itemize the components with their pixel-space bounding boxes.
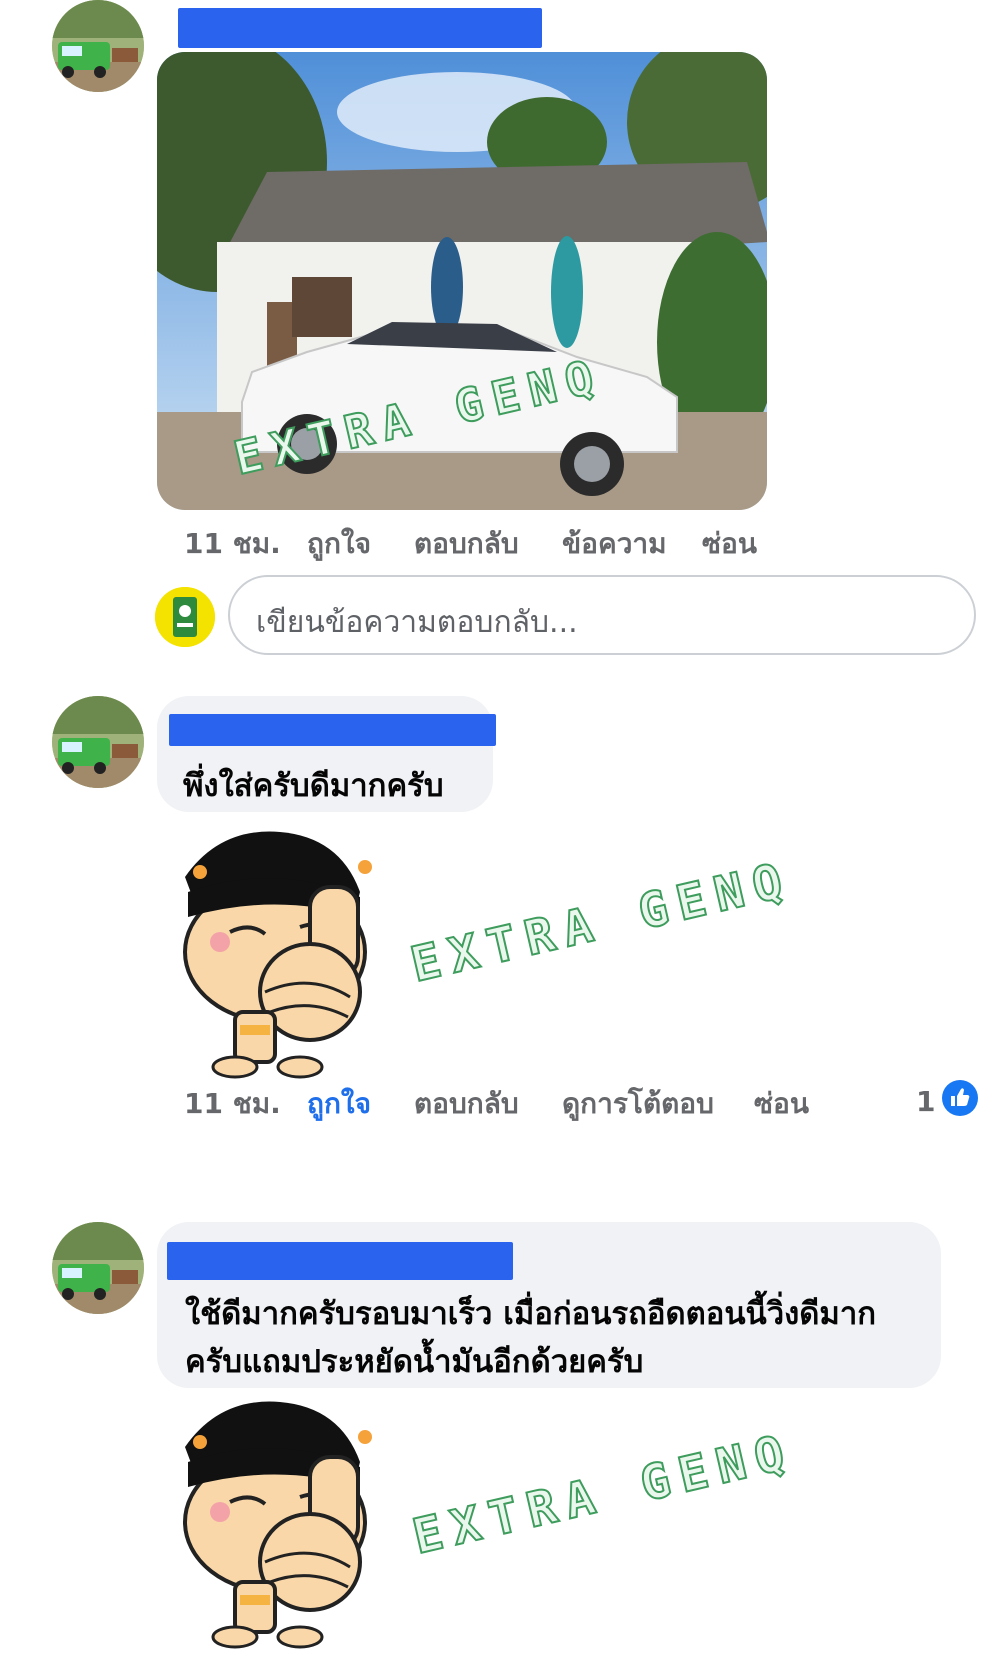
commenter-avatar[interactable] [52, 696, 144, 788]
sticker-watermark: EXTRA GENQ [405, 850, 799, 994]
hide-button[interactable]: ซ่อน [702, 522, 757, 566]
comment-bubble: ใช้ดีมากครับรอบมาเร็ว เมื่อก่อนรถอืดตอนน… [157, 1222, 941, 1388]
comment-text-line-2: ครับแถมประหยัดน้ำมันอีกด้วยครับ [185, 1344, 644, 1380]
comment-time: 11 ชม. [184, 1087, 281, 1120]
reaction-count[interactable]: 1 [916, 1085, 935, 1118]
author-name-redacted [167, 1242, 513, 1280]
thumbs-up-sticker [160, 822, 410, 1082]
author-name-redacted [178, 8, 542, 48]
comment-time: 11 ชม. [184, 527, 281, 560]
reply-button[interactable]: ตอบกลับ [414, 1082, 519, 1126]
hide-button[interactable]: ซ่อน [754, 1082, 809, 1126]
comment-photo[interactable]: EXTRA GENQ [157, 52, 767, 510]
reply-input-placeholder: เขียนข้อความตอบกลับ... [256, 605, 578, 640]
thumbs-up-icon[interactable] [942, 1080, 978, 1116]
commenter-avatar[interactable] [52, 0, 144, 92]
author-name-redacted [169, 714, 496, 746]
thumbs-up-sticker [160, 1392, 410, 1652]
like-button[interactable]: ถูกใจ [307, 1082, 371, 1126]
view-replies-button[interactable]: ดูการโต้ตอบ [562, 1082, 714, 1126]
sticker-watermark: EXTRA GENQ [407, 1422, 801, 1566]
message-button[interactable]: ข้อความ [562, 522, 667, 566]
page-avatar[interactable] [155, 587, 215, 647]
comment-text-line-1: ใช้ดีมากครับรอบมาเร็ว เมื่อก่อนรถอืดตอนน… [185, 1296, 877, 1332]
comment-bubble: พึ่งใส่ครับดีมากครับ [157, 696, 496, 812]
like-button[interactable]: ถูกใจ [307, 522, 371, 566]
reply-button[interactable]: ตอบกลับ [414, 522, 519, 566]
comment-text: พึ่งใส่ครับดีมากครับ [183, 768, 444, 804]
comment-thread: EXTRA GENQ 11 ชม. ถูกใจ ตอบกลับ ข้อความ … [0, 0, 990, 1654]
reply-input[interactable]: เขียนข้อความตอบกลับ... [228, 575, 976, 655]
commenter-avatar[interactable] [52, 1222, 144, 1314]
